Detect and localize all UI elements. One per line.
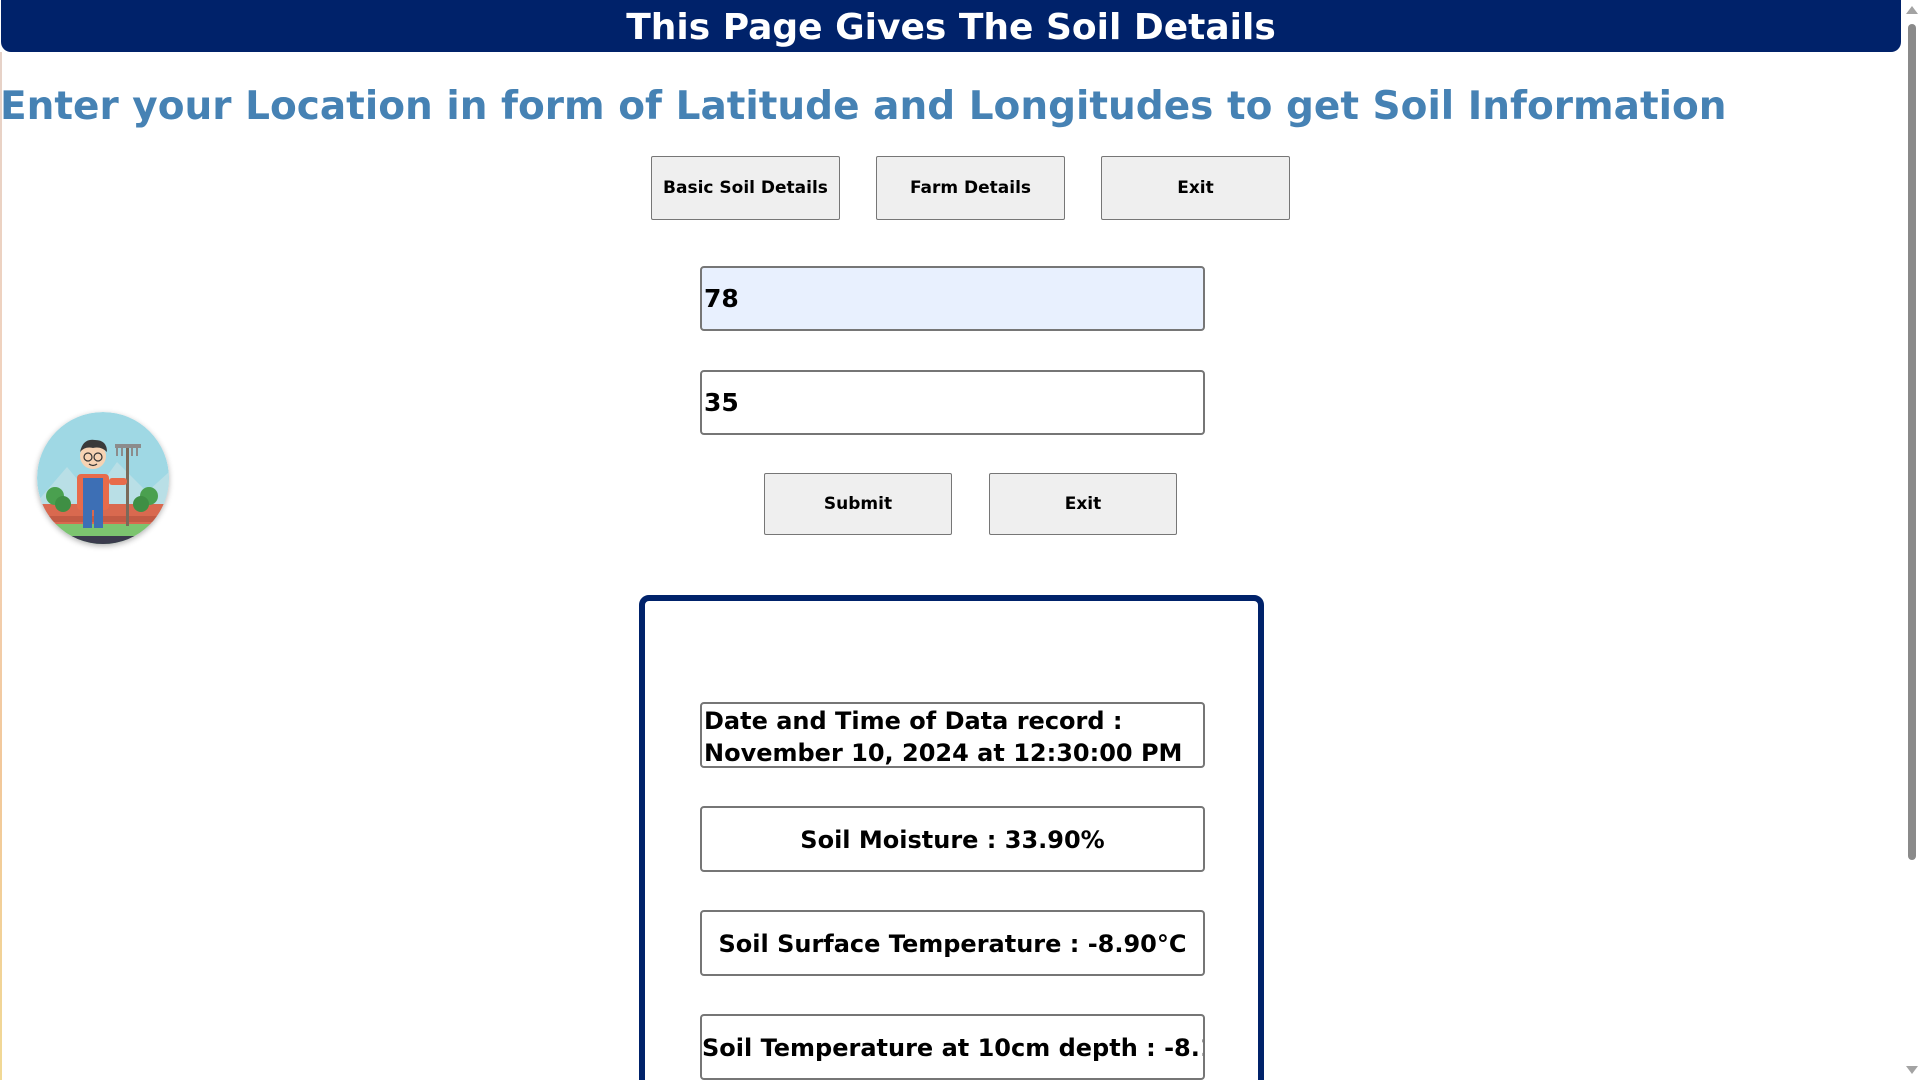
longitude-input[interactable] bbox=[700, 370, 1205, 435]
scroll-down-icon[interactable] bbox=[1906, 1066, 1918, 1074]
farmer-avatar-icon bbox=[37, 412, 169, 544]
date-time-record: Date and Time of Data record : November … bbox=[700, 702, 1205, 768]
page-title: This Page Gives The Soil Details bbox=[626, 7, 1276, 48]
soil-moisture-value: Soil Moisture : 33.90% bbox=[700, 806, 1205, 872]
nav-exit-button[interactable]: Exit bbox=[1101, 156, 1290, 220]
vertical-scrollbar[interactable] bbox=[1903, 0, 1920, 1080]
form-exit-button[interactable]: Exit bbox=[989, 473, 1177, 535]
scrollbar-thumb[interactable] bbox=[1908, 24, 1916, 860]
farm-details-button[interactable]: Farm Details bbox=[876, 156, 1065, 220]
basic-soil-details-button[interactable]: Basic Soil Details bbox=[651, 156, 840, 220]
page-subtitle: Enter your Location in form of Latitude … bbox=[0, 84, 1727, 129]
soil-details-page: This Page Gives The Soil Details Enter y… bbox=[0, 0, 1920, 1080]
soil-temperature-10cm-value: Soil Temperature at 10cm depth : -8.12°C bbox=[700, 1014, 1205, 1080]
soil-surface-temperature-value: Soil Surface Temperature : -8.90°C bbox=[700, 910, 1205, 976]
latitude-input[interactable] bbox=[700, 266, 1205, 331]
page-title-banner: This Page Gives The Soil Details bbox=[1, 0, 1901, 52]
submit-button[interactable]: Submit bbox=[764, 473, 952, 535]
left-edge-accent bbox=[0, 52, 2, 1080]
scroll-up-icon[interactable] bbox=[1906, 6, 1918, 14]
